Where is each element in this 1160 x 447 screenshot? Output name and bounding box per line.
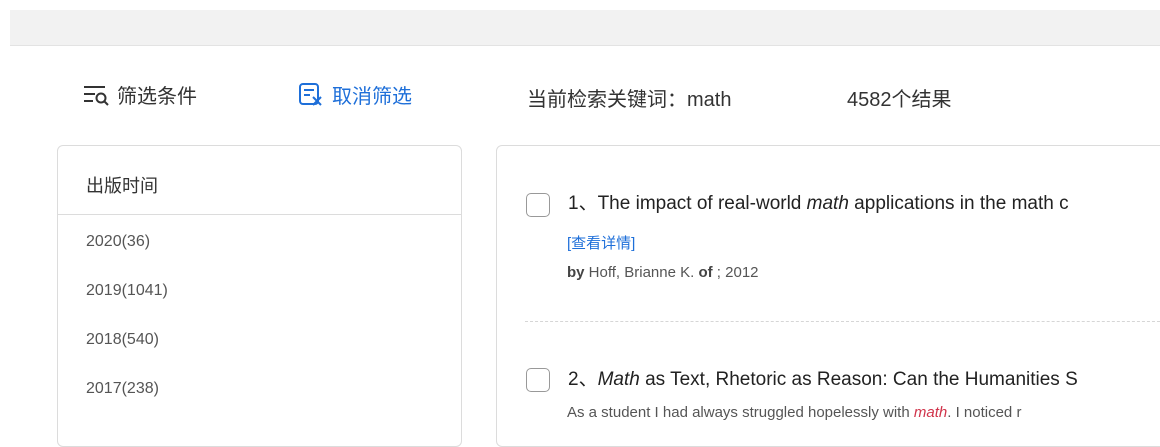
current-keyword: 当前检索关键词：math [527, 83, 731, 112]
filter-bar: 筛选条件 取消筛选 当前检索关键词：math 4582个结果 [0, 0, 1160, 140]
result-checkbox[interactable] [526, 193, 550, 217]
year-item-2020[interactable]: 2020(36) [58, 217, 461, 266]
result-title[interactable]: 2、Math as Text, Rhetoric as Reason: Can … [568, 364, 1078, 391]
result-divider [525, 321, 1160, 322]
cancel-filter-label: 取消筛选 [332, 86, 412, 108]
year-item-2019[interactable]: 2019(1041) [58, 266, 461, 315]
year-list: 2020(36) 2019(1041) 2018(540) 2017(238) [58, 217, 461, 413]
result-index: 2、 [568, 369, 598, 390]
results-panel: 1、The impact of real-world math applicat… [496, 145, 1160, 447]
by-label: by [567, 264, 585, 281]
result-title[interactable]: 1、The impact of real-world math applicat… [568, 188, 1069, 215]
keyword-value: math [687, 89, 732, 111]
publish-time-panel: 出版时间 2020(36) 2019(1041) 2018(540) 2017(… [57, 145, 462, 447]
filter-search-icon [84, 85, 109, 106]
snippet-text-rest: . I noticed r [947, 404, 1022, 421]
result-byline: by Hoff, Brianne K. of ; 2012 [567, 264, 759, 281]
filter-title-label: 筛选条件 [117, 86, 197, 108]
year-item-2017[interactable]: 2017(238) [58, 364, 461, 413]
result-checkbox[interactable] [526, 368, 550, 392]
snippet-text: As a student I had always struggled hope… [567, 404, 914, 421]
title-text-rest: as Text, Rhetoric as Reason: Can the Hum… [639, 369, 1078, 390]
author: Hoff, Brianne K. [584, 264, 699, 281]
keyword-label: 当前检索关键词： [527, 89, 687, 111]
pub-info: ; 2012 [712, 264, 759, 281]
year-item-2018[interactable]: 2018(540) [58, 315, 461, 364]
title-text: The impact of real-world [597, 193, 807, 214]
cancel-filter-button[interactable]: 取消筛选 [298, 80, 412, 109]
filter-conditions: 筛选条件 [83, 80, 197, 109]
title-keyword: math [806, 193, 849, 214]
of-label: of [698, 264, 713, 281]
result-count: 4582个结果 [847, 89, 952, 111]
title-keyword: Math [597, 369, 640, 390]
view-details-link[interactable]: [查看详情] [567, 232, 635, 253]
result-index: 1、 [568, 193, 598, 214]
clear-filter-icon [299, 82, 322, 106]
title-text-rest: applications in the math c [848, 193, 1069, 214]
result-snippet: As a student I had always struggled hope… [567, 404, 1021, 421]
snippet-keyword: math [913, 404, 948, 421]
publish-time-header: 出版时间 [58, 146, 461, 215]
